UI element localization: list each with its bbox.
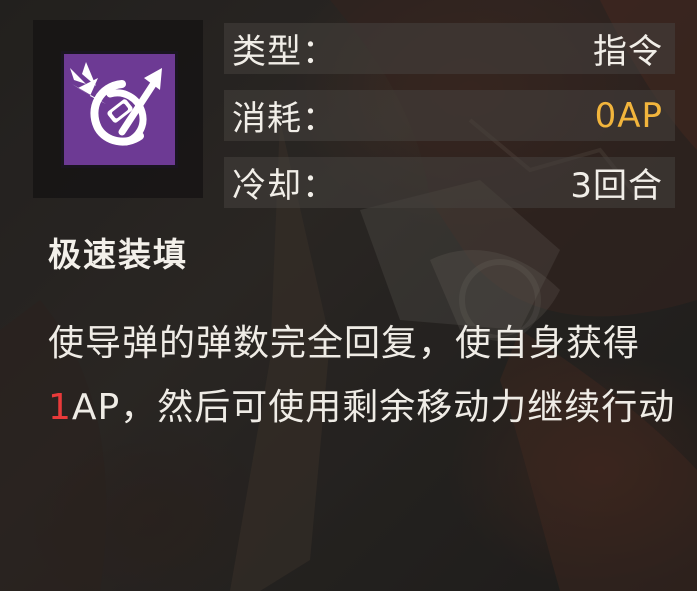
type-value: 指令 [593,32,663,72]
description-highlight-number: 1 [48,387,72,428]
cost-label: 消耗： [232,99,337,139]
skill-name: 极速装填 [48,235,188,274]
description-text-part2: AP，然后可使用剩余移动力继续行动 [71,387,676,428]
cost-value: 0AP [594,95,663,136]
description-text-part1: 使导弹的弹数完全回复，使自身获得 [48,323,641,364]
stat-row-cost: 消耗： 0AP [224,90,675,141]
stat-row-cooldown: 冷却： 3回合 [224,157,675,208]
stat-row-type: 类型： 指令 [224,23,675,74]
rapid-reload-icon [61,51,178,168]
skill-tooltip-panel: 类型： 指令 消耗： 0AP 冷却： 3回合 极速装填 使导弹的弹数完全回复，使… [0,0,697,591]
cooldown-label: 冷却： [232,166,337,206]
skill-description: 使导弹的弹数完全回复，使自身获得 1AP，然后可使用剩余移动力继续行动 [48,312,678,440]
cooldown-value: 3回合 [570,166,663,206]
type-label: 类型： [232,32,337,72]
